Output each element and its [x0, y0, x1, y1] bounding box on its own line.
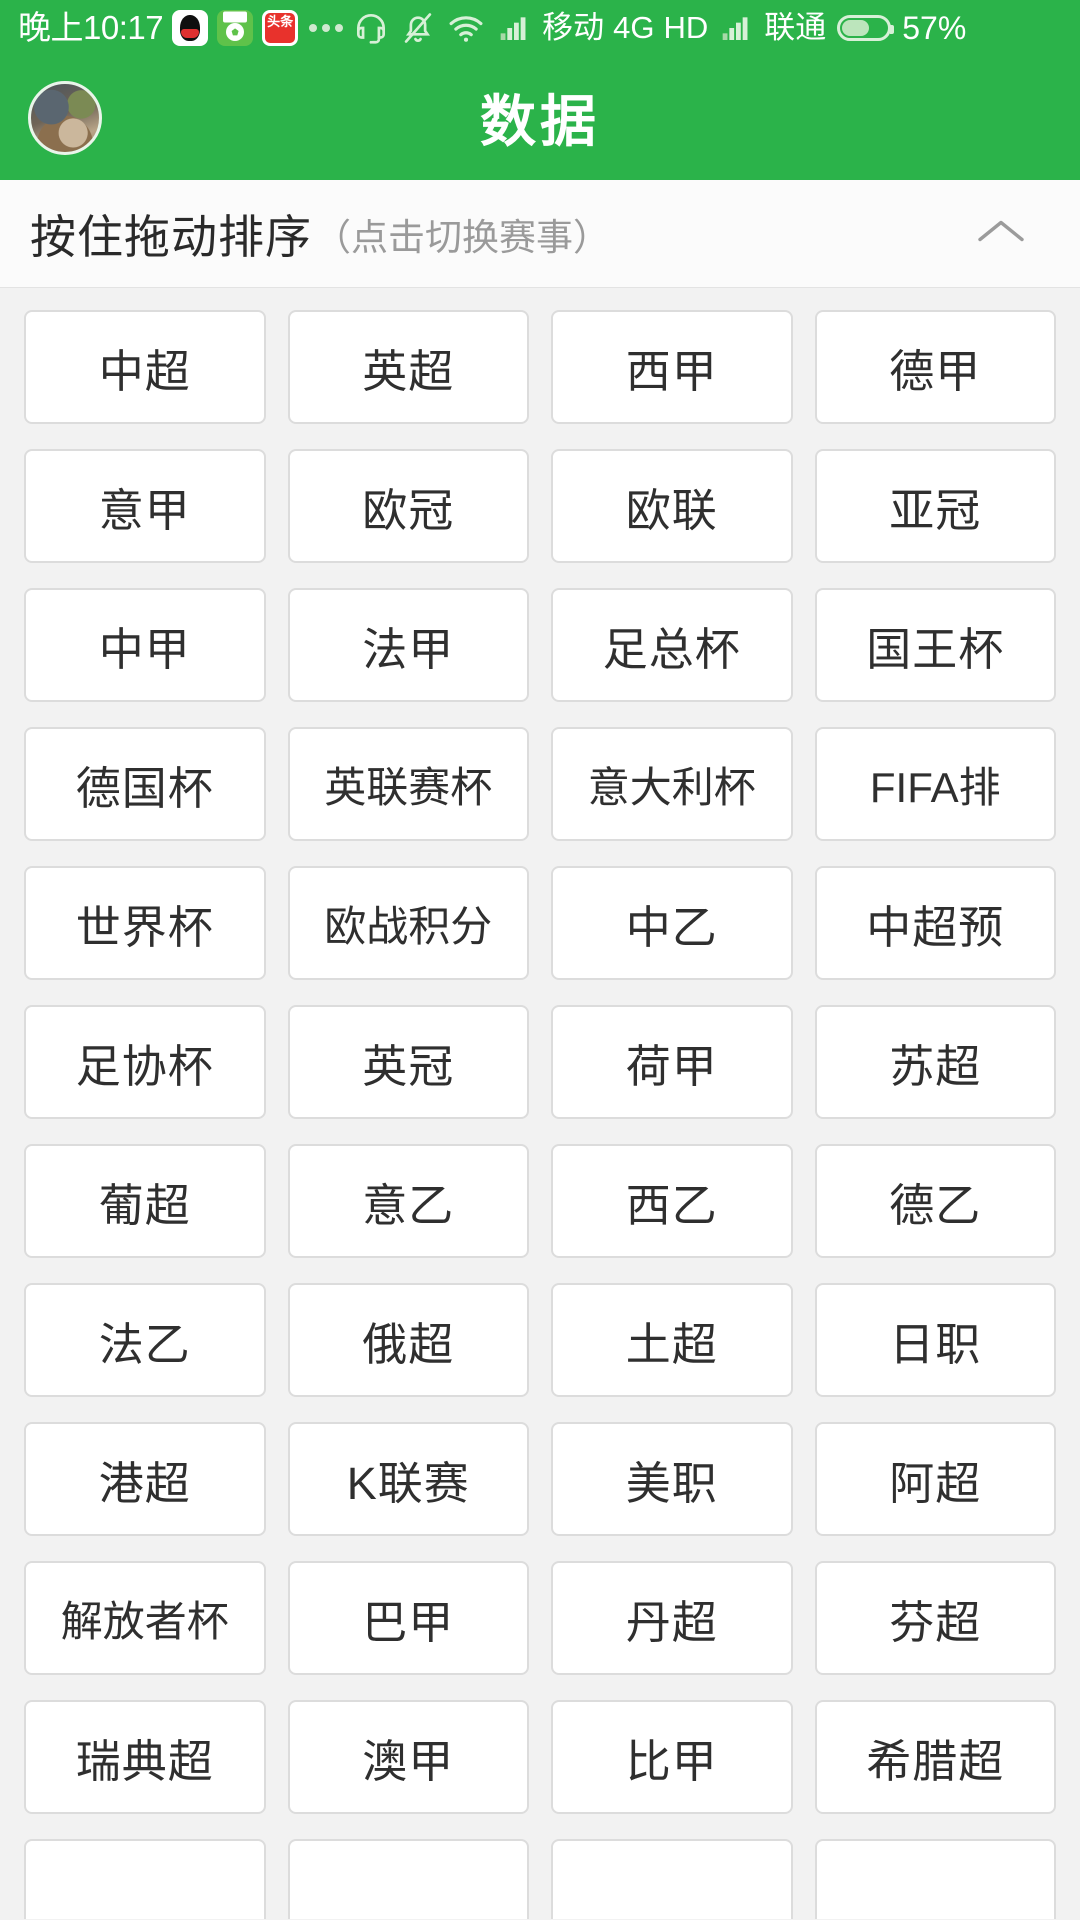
league-cell[interactable]: 欧冠 — [287, 449, 529, 563]
league-cell[interactable]: 中超 — [24, 310, 266, 424]
headset-icon — [357, 13, 386, 44]
league-cell[interactable]: 英联赛杯 — [287, 727, 529, 841]
sort-hint-main: 按住拖动排序 — [30, 210, 312, 263]
league-cell[interactable]: 德乙 — [814, 1144, 1056, 1258]
league-cell[interactable]: 芬超 — [814, 1561, 1056, 1675]
league-cell[interactable]: 瑞典超 — [24, 1700, 266, 1814]
bell-muted-icon — [404, 12, 432, 43]
league-cell[interactable]: 美职 — [551, 1422, 793, 1536]
league-cell[interactable]: 土超 — [551, 1283, 793, 1397]
sort-hint-sub: （点击切换赛事） — [314, 216, 610, 258]
league-cell[interactable]: 港超 — [24, 1422, 266, 1536]
league-cell[interactable]: 丹超 — [551, 1561, 793, 1675]
league-cell[interactable]: 苏超 — [814, 1005, 1056, 1119]
league-cell[interactable]: 英冠 — [287, 1005, 529, 1119]
league-cell[interactable] — [24, 1839, 266, 1919]
league-cell[interactable]: FIFA排 — [814, 727, 1056, 841]
league-cell[interactable]: 解放者杯 — [24, 1561, 266, 1675]
signal-bars-icon — [722, 16, 748, 40]
league-cell[interactable]: 比甲 — [551, 1700, 793, 1814]
league-cell[interactable]: 阿超 — [814, 1422, 1056, 1536]
status-time: 晚上10:17 — [18, 9, 164, 46]
app-title-bar: 数据 — [0, 55, 1080, 180]
league-cell[interactable]: 国王杯 — [814, 588, 1056, 702]
league-cell[interactable]: 足协杯 — [24, 1005, 266, 1119]
league-cell[interactable]: 法甲 — [287, 588, 529, 702]
chevron-up-icon[interactable] — [974, 214, 1028, 253]
league-cell[interactable]: K联赛 — [287, 1422, 529, 1536]
league-cell[interactable]: 英超 — [287, 310, 529, 424]
page-title: 数据 — [480, 90, 600, 153]
league-cell[interactable]: 西乙 — [551, 1144, 793, 1258]
sort-section-header[interactable]: 按住拖动排序 （点击切换赛事） — [0, 180, 1080, 288]
league-cell[interactable]: 日职 — [814, 1283, 1056, 1397]
league-cell[interactable]: 俄超 — [287, 1283, 529, 1397]
battery-icon — [837, 14, 895, 41]
league-cell[interactable] — [551, 1839, 793, 1919]
league-cell[interactable]: 中超预 — [814, 866, 1056, 980]
league-cell[interactable]: 意大利杯 — [551, 727, 793, 841]
user-avatar[interactable] — [28, 80, 102, 155]
league-cell[interactable] — [814, 1839, 1056, 1919]
league-cell[interactable] — [287, 1839, 529, 1919]
league-cell[interactable]: 法乙 — [24, 1283, 266, 1397]
league-cell[interactable]: 欧联 — [551, 449, 793, 563]
football-app-icon — [217, 9, 254, 46]
league-cell[interactable]: 德国杯 — [24, 727, 266, 841]
league-cell[interactable]: 澳甲 — [287, 1700, 529, 1814]
league-cell[interactable]: 意甲 — [24, 449, 266, 563]
toutiao-icon: 头条 — [262, 9, 299, 46]
league-cell[interactable]: 德甲 — [814, 310, 1056, 424]
signal-bars-icon — [500, 16, 526, 40]
league-cell[interactable]: 中乙 — [551, 866, 793, 980]
league-cell[interactable]: 葡超 — [24, 1144, 266, 1258]
league-cell[interactable]: 中甲 — [24, 588, 266, 702]
league-cell[interactable]: 足总杯 — [551, 588, 793, 702]
league-grid-container[interactable]: 中超 英超 西甲 德甲意甲 欧冠 欧联 亚冠中甲 法甲 足总杯 国王杯德国杯 英联赛杯 意大利杯 FIF… — [0, 288, 1080, 1919]
league-cell[interactable]: 荷甲 — [551, 1005, 793, 1119]
toutiao-icon-label: 头条 — [265, 12, 296, 43]
league-cell[interactable]: 希腊超 — [814, 1700, 1056, 1814]
league-cell[interactable]: 巴甲 — [287, 1561, 529, 1675]
hd-label: HD — [663, 10, 709, 45]
status-bar: 晚上10:17 头条 移动 4G HD 联通 57% — [0, 0, 1080, 55]
carrier-label-unicom: 联通 — [764, 10, 827, 45]
league-cell[interactable]: 西甲 — [551, 310, 793, 424]
ellipsis-icon — [309, 23, 344, 32]
wifi-icon — [449, 15, 483, 42]
battery-percent-label: 57% — [902, 9, 967, 46]
league-cell[interactable]: 欧战积分 — [287, 866, 529, 980]
carrier-label-mobile: 移动 — [542, 10, 605, 45]
league-cell[interactable]: 亚冠 — [814, 449, 1056, 563]
league-cell[interactable]: 意乙 — [287, 1144, 529, 1258]
league-grid: 中超 英超 西甲 德甲意甲 欧冠 欧联 亚冠中甲 法甲 足总杯 国王杯德国杯 英联赛杯 意大利杯 FIF… — [24, 310, 1056, 1919]
network-type-label: 4G — [613, 10, 655, 45]
league-cell[interactable]: 世界杯 — [24, 866, 266, 980]
qq-icon — [172, 9, 209, 46]
